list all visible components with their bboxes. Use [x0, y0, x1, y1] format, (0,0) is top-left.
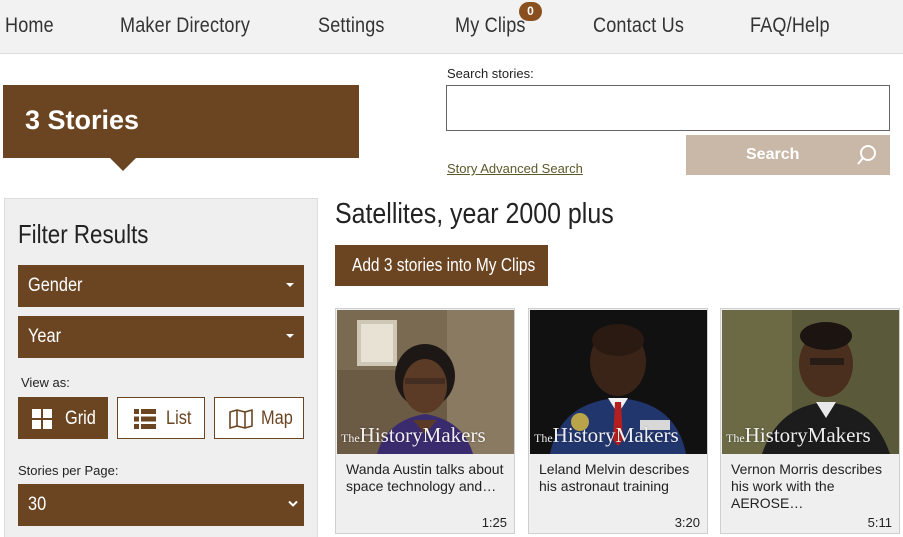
- view-map-button[interactable]: Map: [214, 397, 304, 439]
- search-icon: [857, 145, 876, 165]
- story-duration: 3:20: [674, 515, 700, 530]
- stories-count: 3 Stories: [25, 105, 140, 135]
- stories-per-page-value: 30: [28, 494, 47, 515]
- chevron-down-icon: [288, 500, 298, 507]
- grid-icon: [32, 409, 52, 429]
- banner-pointer: [110, 158, 136, 171]
- search-button-label: Search: [746, 146, 800, 163]
- story-card[interactable]: TheHistoryMakers Wanda Austin talks abou…: [335, 308, 515, 534]
- map-icon: [229, 409, 253, 429]
- filter-panel: Filter Results Gender Year View as: Grid…: [4, 198, 318, 537]
- nav-contact-us[interactable]: Contact Us: [593, 14, 684, 38]
- stories-count-banner: 3 Stories: [3, 85, 359, 158]
- view-grid-label: Grid: [65, 408, 96, 429]
- year-dropdown[interactable]: Year: [18, 316, 304, 358]
- caret-down-icon: [286, 283, 294, 287]
- story-duration: 5:11: [867, 515, 892, 530]
- video-thumbnail[interactable]: TheHistoryMakers: [530, 310, 707, 454]
- clips-count-badge: 0: [519, 2, 542, 21]
- year-dropdown-label: Year: [28, 326, 62, 347]
- story-card[interactable]: TheHistoryMakers Vernon Morris describes…: [720, 308, 900, 534]
- search-button[interactable]: Search: [686, 135, 890, 175]
- view-list-button[interactable]: List: [117, 397, 205, 439]
- story-duration: 1:25: [481, 515, 507, 530]
- top-navigation: Home Maker Directory Settings My Clips 0…: [0, 0, 903, 54]
- nav-home[interactable]: Home: [5, 14, 54, 38]
- thumbnail-watermark: TheHistoryMakers: [726, 423, 871, 447]
- story-title[interactable]: Vernon Morris describes his work with th…: [731, 461, 891, 512]
- view-list-label: List: [166, 408, 192, 429]
- view-grid-button[interactable]: Grid: [18, 397, 108, 439]
- view-map-label: Map: [261, 408, 293, 429]
- stories-per-page-label: Stories per Page:: [18, 463, 119, 478]
- list-icon: [134, 409, 156, 429]
- results-title: Satellites, year 2000 plus: [335, 198, 614, 230]
- search-label: Search stories:: [447, 66, 534, 81]
- view-as-label: View as:: [21, 375, 70, 390]
- filter-title: Filter Results: [18, 219, 149, 249]
- advanced-search-link[interactable]: Story Advanced Search: [447, 161, 583, 176]
- nav-maker-directory[interactable]: Maker Directory: [120, 14, 250, 38]
- nav-settings[interactable]: Settings: [318, 14, 385, 38]
- search-input[interactable]: [446, 85, 890, 131]
- stories-per-page-select[interactable]: 30: [18, 484, 304, 526]
- caret-down-icon: [286, 334, 294, 338]
- video-thumbnail[interactable]: TheHistoryMakers: [722, 310, 899, 454]
- nav-faq-help[interactable]: FAQ/Help: [750, 14, 830, 38]
- gender-dropdown-label: Gender: [28, 275, 83, 296]
- thumbnail-watermark: TheHistoryMakers: [341, 423, 486, 447]
- story-card[interactable]: TheHistoryMakers Leland Melvin describes…: [528, 308, 708, 534]
- add-to-clips-label: Add 3 stories into My Clips: [352, 255, 536, 275]
- nav-my-clips[interactable]: My Clips: [455, 14, 526, 38]
- story-title[interactable]: Wanda Austin talks about space technolog…: [346, 461, 506, 495]
- gender-dropdown[interactable]: Gender: [18, 265, 304, 307]
- story-title[interactable]: Leland Melvin describes his astronaut tr…: [539, 461, 699, 495]
- add-to-clips-button[interactable]: Add 3 stories into My Clips: [335, 245, 548, 286]
- video-thumbnail[interactable]: TheHistoryMakers: [337, 310, 514, 454]
- thumbnail-watermark: TheHistoryMakers: [534, 423, 679, 447]
